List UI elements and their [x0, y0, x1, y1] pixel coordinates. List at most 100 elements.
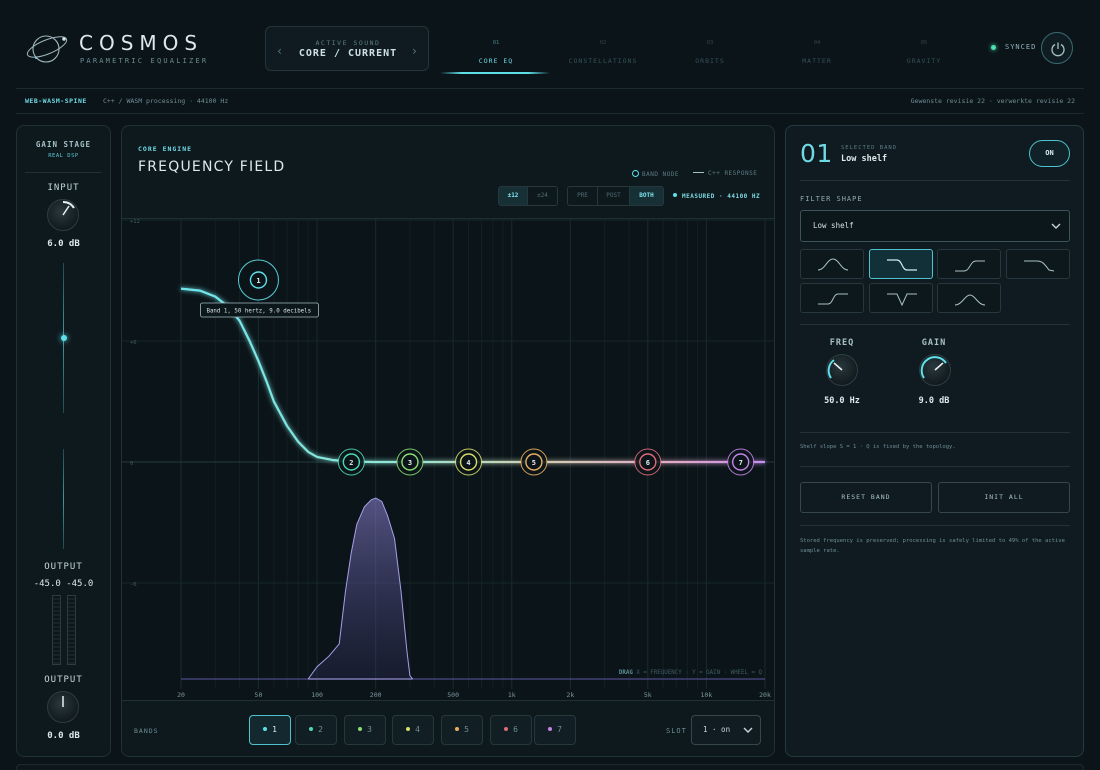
- band-color-dot: [406, 727, 411, 731]
- tab-label: MATTER: [802, 57, 832, 65]
- shape-low-shelf-button[interactable]: [869, 249, 933, 279]
- output-level-line: [63, 449, 64, 549]
- band-color-dot: [548, 727, 553, 731]
- tab-number: 02: [599, 40, 607, 46]
- tab-constellations[interactable]: 02 CONSTELLATIONS: [553, 40, 653, 67]
- eq-chart[interactable]: +12+60-6-1220501002005001k2k5k10k20k1234…: [122, 219, 774, 709]
- tab-gravity[interactable]: 05 GRAVITY: [874, 40, 974, 67]
- output-knob-label: OUTPUT: [44, 675, 83, 685]
- divider: [25, 172, 102, 173]
- tab-number: 03: [706, 40, 714, 46]
- active-sound-selector[interactable]: ‹ ACTIVE SOUND CORE / CURRENT ›: [265, 26, 429, 71]
- low-pass-shape-icon: [1024, 260, 1055, 272]
- chevron-down-icon: [1051, 223, 1061, 229]
- range-12-button[interactable]: ±12: [499, 187, 528, 205]
- tab-number: 04: [813, 40, 821, 46]
- x-tick-label: 500: [447, 691, 459, 699]
- band-node-label: 2: [349, 459, 353, 467]
- knob-arc-icon: [920, 356, 947, 379]
- legend-band-node: BAND NODE: [632, 170, 679, 178]
- drag-hint: DRAG X = FREQUENCY · Y = GAIN · WHEEL = …: [619, 670, 763, 676]
- filter-shape-select[interactable]: Low shelf: [800, 210, 1070, 242]
- core-engine-label: CORE ENGINE: [138, 145, 193, 153]
- meter-left-value: -45.0: [33, 579, 61, 589]
- band-node-label: 5: [532, 459, 536, 467]
- init-all-button[interactable]: INIT ALL: [938, 482, 1070, 513]
- output-meter-readout: -45.0 -45.0: [17, 579, 110, 589]
- band-node-label: 4: [466, 459, 470, 467]
- shape-notch-button[interactable]: [869, 283, 933, 313]
- sync-status: SYNCED: [991, 43, 1036, 51]
- x-tick-label: 5k: [644, 691, 652, 699]
- shape-bell-button[interactable]: [800, 249, 864, 279]
- x-tick-label: 10k: [701, 691, 713, 699]
- active-tab-indicator: [440, 72, 550, 74]
- output-value: 0.0 dB: [47, 731, 80, 741]
- selected-band-name: Low shelf: [841, 154, 888, 164]
- view-post-button[interactable]: POST: [598, 187, 630, 205]
- processing-info: C++ / WASM processing · 44100 Hz: [103, 97, 229, 105]
- divider: [800, 180, 1070, 181]
- eq-graph[interactable]: +12+60-6-1220501002005001k2k5k10k20k1234…: [122, 218, 774, 709]
- view-pre-button[interactable]: PRE: [568, 187, 598, 205]
- meter-right-value: -45.0: [66, 579, 94, 589]
- freq-knob[interactable]: [826, 354, 858, 386]
- tab-label: CONSTELLATIONS: [568, 57, 638, 65]
- app-header: COSMOS PARAMETRIC EQUALIZER ‹ ACTIVE SOU…: [0, 0, 1100, 88]
- gain-stage-panel: GAIN STAGE REAL DSP INPUT 6.0 dB OUTPUT …: [16, 125, 111, 757]
- divider: [800, 466, 1070, 467]
- reset-band-button[interactable]: RESET BAND: [800, 482, 932, 513]
- power-button[interactable]: [1041, 32, 1073, 64]
- range-24-button[interactable]: ±24: [528, 187, 557, 205]
- slot-select[interactable]: 1 · on: [691, 715, 761, 745]
- shape-band-pass-button[interactable]: [937, 283, 1001, 313]
- stored-frequency-note: Stored frequency is preserved; processin…: [800, 538, 1065, 554]
- band-button-5[interactable]: 5: [441, 715, 483, 745]
- range-toggle: ±12 ±24: [498, 186, 558, 206]
- tab-core-eq[interactable]: 01 CORE EQ: [446, 40, 546, 67]
- chevron-right-icon[interactable]: ›: [411, 44, 418, 58]
- band-button-7[interactable]: 7: [534, 715, 576, 745]
- gain-knob[interactable]: [919, 354, 951, 386]
- y-tick-label: 0: [130, 461, 133, 467]
- tab-orbits[interactable]: 03 ORBITS: [660, 40, 760, 67]
- shape-high-pass-button[interactable]: [937, 249, 1001, 279]
- band-color-dot: [263, 727, 268, 731]
- measured-spectrum: [307, 497, 414, 680]
- input-slider-thumb[interactable]: [61, 335, 67, 341]
- legend-response: C++ RESPONSE: [693, 170, 757, 177]
- band-button-4[interactable]: 4: [392, 715, 434, 745]
- planet-logo-icon: [26, 35, 68, 63]
- gain-label: GAIN: [921, 338, 947, 348]
- knob-arc-icon: [827, 359, 843, 379]
- band-button-1[interactable]: 1: [249, 715, 291, 745]
- band-on-toggle[interactable]: ON: [1029, 140, 1070, 167]
- input-knob[interactable]: [47, 199, 79, 231]
- band-tooltip: Band 1, 50 hertz, 9.0 decibels: [206, 309, 311, 315]
- band-node-label: 7: [739, 459, 743, 467]
- freq-label: FREQ: [829, 338, 855, 348]
- output-knob[interactable]: [47, 691, 79, 723]
- view-both-button[interactable]: BOTH: [630, 187, 663, 205]
- tab-matter[interactable]: 04 MATTER: [767, 40, 867, 67]
- tab-label: ORBITS: [695, 57, 725, 65]
- x-tick-label: 200: [370, 691, 382, 699]
- tab-number: 05: [920, 40, 928, 46]
- band-button-label: 5: [464, 725, 469, 734]
- knob-arc-icon: [62, 200, 75, 216]
- x-tick-label: 20k: [759, 691, 771, 699]
- band-button-6[interactable]: 6: [490, 715, 532, 745]
- notch-shape-icon: [887, 293, 917, 307]
- active-sound-value: CORE / CURRENT: [298, 48, 398, 59]
- shape-low-pass-button[interactable]: [1006, 249, 1070, 279]
- app-title: COSMOS: [79, 31, 204, 55]
- selected-band-number: 01: [800, 139, 833, 168]
- x-tick-label: 50: [255, 691, 263, 699]
- band-button-2[interactable]: 2: [295, 715, 337, 745]
- band-button-3[interactable]: 3: [344, 715, 386, 745]
- divider: [800, 432, 1070, 433]
- shape-high-shelf-button[interactable]: [800, 283, 864, 313]
- band-node-legend-icon: [632, 170, 639, 177]
- freq-value: 50.0 Hz: [824, 396, 860, 406]
- band-button-label: 3: [367, 725, 372, 734]
